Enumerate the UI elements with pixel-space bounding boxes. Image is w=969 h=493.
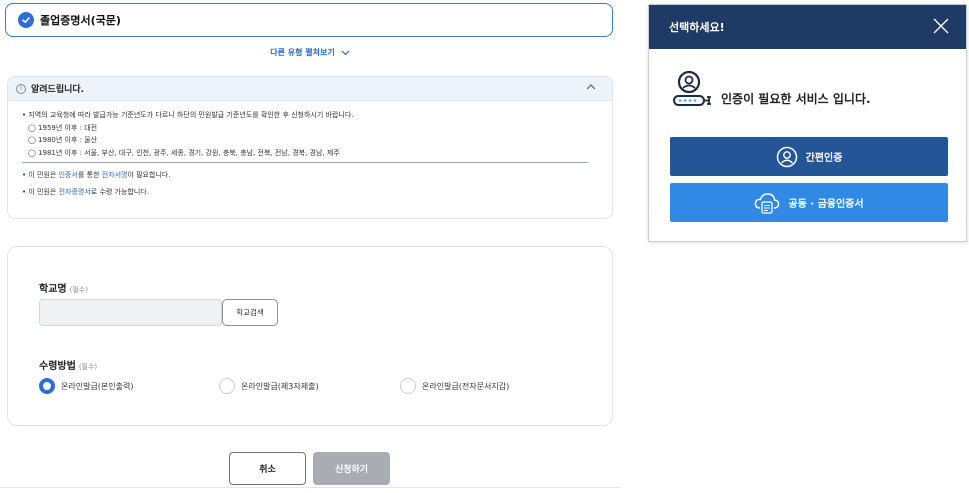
radio-button[interactable]: [219, 378, 235, 394]
notice-year-item: ◯ 1959년 이후 : 대전: [28, 123, 98, 132]
radio-label: 온라인발급(제3자제출): [241, 381, 319, 391]
check-circle-icon: [18, 12, 34, 28]
chevron-up-icon[interactable]: [586, 83, 596, 90]
school-label: 학교명 (필수): [39, 284, 88, 295]
joint-financial-cert-button[interactable]: 공동 · 금융인증서: [670, 183, 948, 222]
school-search-button[interactable]: 학교검색: [222, 299, 278, 326]
notice-receive-line: • 이 민원은 전자증명서로 수령 가능합니다.: [22, 187, 149, 196]
person-icon: [776, 146, 797, 167]
notice-intro: • 지역의 교육청에 따라 발급가능 기준년도가 다르니 하단의 민원발급 기준…: [22, 111, 354, 119]
radio-button[interactable]: [39, 378, 55, 394]
document-type-select[interactable]: 졸업증명서(국문): [5, 3, 613, 37]
radio-label: 온라인발급(본인출력): [61, 381, 134, 391]
receive-method-label: 수령방법 (필수): [39, 361, 98, 372]
notice-title: 알려드립니다.: [31, 85, 85, 95]
more-types-label: 다른 유형 펼쳐보기: [270, 48, 335, 57]
radio-button[interactable]: [400, 378, 416, 394]
notice-year-item: ◯ 1981년 이후 : 서울, 부산, 대구, 인천, 광주, 세종, 경기,…: [28, 148, 340, 157]
cancel-button[interactable]: 취소: [229, 452, 306, 485]
notice-body: • 지역의 교육청에 따라 발급가능 기준년도가 다르니 하단의 민원발급 기준…: [8, 101, 612, 198]
school-name-input[interactable]: [39, 299, 222, 326]
divider: [22, 162, 588, 163]
close-icon[interactable]: [932, 17, 950, 35]
cloud-cert-icon: [755, 192, 780, 214]
chevron-down-icon: [341, 50, 350, 55]
notice-header[interactable]: i 알려드립니다.: [8, 77, 612, 101]
auth-select-modal: 선택하세요! 인증이 필요한 서비스 입니다. 간편인증 공동 · 금융인증서: [648, 4, 967, 242]
radio-e-wallet[interactable]: 온라인발급(전자문서지갑): [400, 378, 509, 394]
modal-header: 선택하세요!: [649, 5, 966, 49]
cert-label: 공동 · 금융인증서: [788, 199, 864, 210]
notice-year-item: ◯ 1980년 이후 : 울산: [28, 136, 98, 144]
notice-panel: i 알려드립니다. • 지역의 교육청에 따라 발급가능 기준년도가 다르니 하…: [7, 76, 613, 219]
modal-message: 인증이 필요한 서비스 입니다.: [721, 92, 871, 106]
simple-auth-button[interactable]: 간편인증: [670, 137, 948, 176]
modal-title: 선택하세요!: [669, 21, 725, 34]
notice-signature-line: • 이 민원은 인증서를 통한 전자서명이 필요합니다.: [22, 171, 171, 179]
simple-auth-label: 간편인증: [805, 153, 843, 164]
radio-third-party[interactable]: 온라인발급(제3자제출): [219, 378, 319, 394]
user-auth-icon: [673, 70, 711, 106]
application-form: 학교명 (필수) 학교검색 수령방법 (필수) 온라인발급(본인출력) 온라인발급(…: [7, 246, 613, 426]
info-icon: i: [16, 83, 26, 94]
more-types-toggle[interactable]: 다른 유형 펼쳐보기: [0, 47, 620, 58]
radio-self-print[interactable]: 온라인발급(본인출력): [39, 378, 133, 394]
radio-label: 온라인발급(전자문서지갑): [422, 381, 510, 391]
divider: [0, 487, 620, 488]
document-name: 졸업증명서(국문): [40, 14, 121, 27]
apply-button[interactable]: 신청하기: [313, 452, 390, 485]
